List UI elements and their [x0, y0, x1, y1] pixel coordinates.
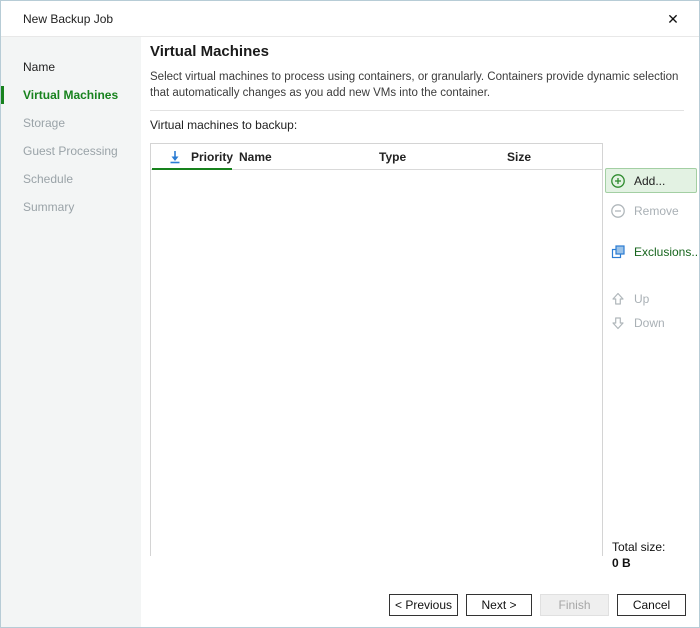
sidebar-item-summary[interactable]: Summary	[1, 193, 141, 221]
next-button[interactable]: Next >	[466, 594, 532, 616]
sidebar-item-guest-processing[interactable]: Guest Processing	[1, 137, 141, 165]
up-arrow-icon	[610, 291, 626, 307]
page-description: Select virtual machines to process using…	[150, 69, 685, 101]
sorted-column-underline	[152, 168, 232, 170]
sidebar-item-label: Storage	[23, 116, 65, 130]
remove-button[interactable]: Remove	[605, 200, 697, 222]
vm-table: Priority Name Type Size	[150, 143, 603, 556]
sidebar-item-label: Guest Processing	[23, 144, 118, 158]
sidebar-item-virtual-machines[interactable]: Virtual Machines	[1, 81, 141, 109]
add-circle-icon	[610, 173, 626, 189]
sidebar-item-storage[interactable]: Storage	[1, 109, 141, 137]
window-title: New Backup Job	[23, 12, 113, 26]
close-icon[interactable]: ✕	[663, 9, 683, 29]
down-button-label: Down	[634, 316, 665, 330]
vm-table-body-empty[interactable]	[151, 170, 602, 556]
sort-descending-icon[interactable]	[167, 149, 183, 165]
divider	[150, 110, 684, 111]
remove-button-label: Remove	[634, 204, 679, 218]
sidebar-item-schedule[interactable]: Schedule	[1, 165, 141, 193]
exclusions-icon	[610, 244, 626, 260]
add-button-label: Add...	[634, 174, 665, 188]
add-button[interactable]: Add...	[605, 168, 697, 193]
vm-table-label: Virtual machines to backup:	[150, 118, 297, 132]
up-button[interactable]: Up	[605, 288, 697, 310]
sidebar-item-label: Name	[23, 60, 55, 74]
sidebar-item-label: Summary	[23, 200, 74, 214]
wizard-page-content: Virtual Machines Select virtual machines…	[141, 37, 699, 628]
column-header-priority[interactable]: Priority	[191, 150, 233, 164]
total-size: Total size: 0 B	[612, 540, 665, 570]
up-button-label: Up	[634, 292, 649, 306]
down-button[interactable]: Down	[605, 312, 697, 334]
new-backup-job-dialog: New Backup Job ✕ Name Virtual Machines S…	[0, 0, 700, 628]
title-bar: New Backup Job ✕	[1, 1, 699, 37]
page-title: Virtual Machines	[150, 43, 269, 60]
column-header-size[interactable]: Size	[507, 150, 531, 164]
sidebar-item-label: Virtual Machines	[23, 88, 118, 102]
sidebar-item-label: Schedule	[23, 172, 73, 186]
sidebar-item-name[interactable]: Name	[1, 53, 141, 81]
column-header-type[interactable]: Type	[379, 150, 406, 164]
column-header-name[interactable]: Name	[239, 150, 272, 164]
exclusions-button-label: Exclusions...	[634, 245, 700, 259]
exclusions-button[interactable]: Exclusions...	[605, 241, 697, 263]
down-arrow-icon	[610, 315, 626, 331]
total-size-value: 0 B	[612, 556, 665, 570]
vm-table-header: Priority Name Type Size	[151, 144, 602, 170]
cancel-button[interactable]: Cancel	[617, 594, 686, 616]
wizard-footer: < Previous Next > Finish Cancel	[389, 594, 686, 616]
finish-button[interactable]: Finish	[540, 594, 609, 616]
remove-circle-icon	[610, 203, 626, 219]
active-step-indicator	[1, 86, 4, 104]
wizard-steps-sidebar: Name Virtual Machines Storage Guest Proc…	[1, 37, 141, 628]
previous-button[interactable]: < Previous	[389, 594, 458, 616]
total-size-label: Total size:	[612, 540, 665, 554]
